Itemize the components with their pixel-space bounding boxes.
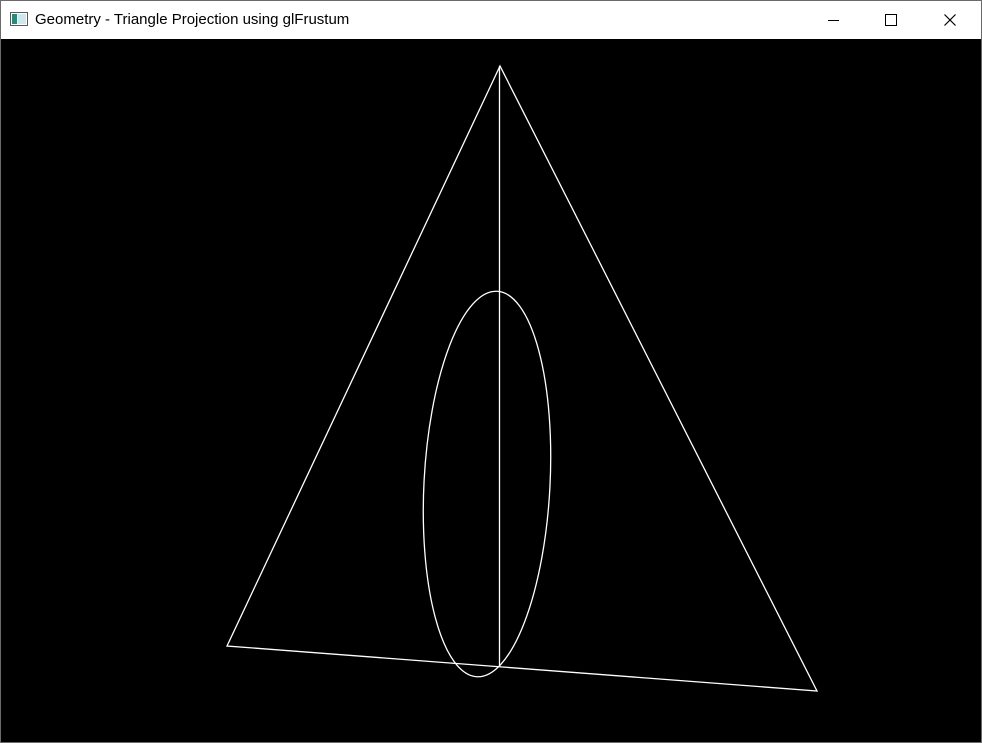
minimize-icon <box>828 20 839 21</box>
projected-ellipse <box>422 290 552 678</box>
close-button[interactable] <box>921 1 979 39</box>
projected-triangle <box>226 64 819 692</box>
close-icon <box>944 14 956 26</box>
scene-drawing <box>226 64 819 692</box>
app-window: Geometry - Triangle Projection using glF… <box>0 0 982 743</box>
opengl-canvas[interactable] <box>1 39 981 742</box>
minimize-button[interactable] <box>804 1 862 39</box>
maximize-button[interactable] <box>862 1 920 39</box>
maximize-icon <box>885 14 897 26</box>
window-app-icon[interactable] <box>10 12 28 26</box>
title-bar[interactable]: Geometry - Triangle Projection using glF… <box>1 1 981 39</box>
window-title: Geometry - Triangle Projection using glF… <box>35 11 350 28</box>
